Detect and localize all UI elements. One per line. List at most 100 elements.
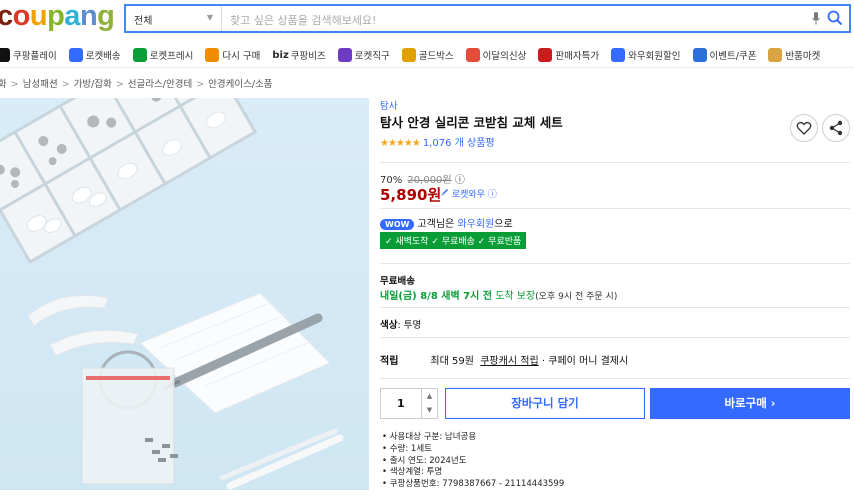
add-to-cart-button[interactable]: 장바구니 담기 [445, 388, 645, 419]
nav-item-7[interactable]: 이달의신상 [465, 48, 527, 62]
quantity-stepper[interactable]: 1 ▲ ▼ [380, 388, 438, 419]
nav-item-3[interactable]: 다시 구매 [205, 48, 260, 62]
breadcrumb-separator: > [196, 79, 205, 90]
breadcrumb-separator: > [61, 79, 70, 90]
breadcrumb-item[interactable]: 가방/잡화 [74, 79, 112, 90]
search-icon[interactable] [827, 10, 843, 26]
wow-prefix: 고객님은 [417, 219, 455, 230]
logo-letter: a [64, 0, 80, 32]
wow-benefits-badge: ✓ 새벽도착 ✓ 무료배송 ✓ 무료반품 [380, 232, 527, 249]
quantity-spinner: ▲ ▼ [421, 389, 437, 418]
breadcrumb-item[interactable]: 안경케이스/소품 [208, 79, 272, 90]
nav-item-10[interactable]: 이벤트/쿠폰 [692, 48, 756, 62]
breadcrumb-separator: > [115, 79, 124, 90]
global-icon [337, 48, 352, 62]
divider [380, 378, 850, 379]
delivery-guarantee: 도착 보장 [495, 291, 536, 302]
rocket-icon [441, 189, 448, 196]
rocket-wow-badge[interactable]: 로켓와우 ⓘ [440, 187, 497, 200]
play-icon [0, 48, 10, 62]
shipping-label: 무료배송 [380, 276, 415, 287]
delivery-info: 내일(금) 8/8 새벽 7시 전 도착 보장(오후 9시 전 주문 시) [380, 287, 617, 302]
gift-icon [401, 48, 416, 62]
nav-item-6[interactable]: 골드박스 [401, 48, 454, 62]
nav-item-label: 쿠팡비즈 [290, 51, 326, 62]
nav-item-2[interactable]: 로켓프레시 [132, 48, 194, 62]
coupang-cash-link[interactable]: 쿠팡캐시 적립 [480, 356, 538, 367]
product-image[interactable] [0, 98, 369, 490]
wishlist-button[interactable] [790, 114, 818, 142]
nav-item-4[interactable]: biz 쿠팡비즈 [272, 48, 326, 63]
reward-suffix: · 쿠페이 머니 결제시 [541, 356, 629, 367]
spec-item: 사용대상 구분: 남녀공용 [382, 430, 564, 442]
buy-now-button[interactable]: 바로구매 › [650, 388, 850, 419]
nav-item-label: 로켓직구 [354, 51, 390, 62]
quantity-value[interactable]: 1 [397, 397, 405, 410]
search-category-label: 전체 [134, 16, 153, 27]
product-photo-illustration [0, 98, 344, 490]
wow-badge: WOW [380, 219, 415, 230]
nav-item-label: 골드박스 [418, 51, 454, 62]
breadcrumb-item[interactable]: 남성패션 [23, 79, 58, 90]
spec-item: 출시 연도: 2024년도 [382, 454, 564, 466]
share-button[interactable] [822, 114, 850, 142]
nav-item-11[interactable]: 반품마켓 [768, 48, 820, 62]
divider [380, 208, 850, 209]
rocket-icon [68, 48, 83, 62]
wow-icon [611, 48, 626, 62]
nav-item-label: 이달의신상 [482, 51, 527, 62]
nav-divider [0, 67, 854, 68]
rocket-wow-label: 로켓와우 [451, 190, 485, 200]
coupang-logo[interactable]: coupang [0, 0, 115, 33]
divider [380, 307, 850, 308]
biz-icon: biz [272, 49, 289, 61]
share-icon [829, 120, 843, 136]
logo-letter: p [47, 0, 65, 32]
heart-icon [796, 121, 812, 135]
color-option: 색상: 투명 [380, 320, 422, 331]
review-count[interactable]: 1,076 개 상품평 [423, 138, 495, 149]
rocket-fresh-icon [132, 48, 147, 62]
category-nav: 쿠팡플레이 로켓배송 로켓프레시 다시 구매 biz 쿠팡비즈 로켓직구 골드박스 이달의신상 판… [0, 44, 850, 66]
breadcrumb-separator: > [10, 79, 19, 90]
nav-item-9[interactable]: 와우회원할인 [611, 48, 681, 62]
header: coupang 전체 ▼ 찾고 싶은 상품을 검색해보세요! [0, 0, 854, 40]
wow-member: 와우회원 [457, 219, 495, 230]
info-icon[interactable]: ⓘ [488, 190, 497, 200]
spec-item: 수량: 1세트 [382, 442, 564, 454]
microphone-icon[interactable] [811, 11, 821, 26]
delivery-note: (오후 9시 전 주문 시) [535, 292, 618, 302]
info-icon[interactable]: ⓘ [455, 175, 465, 186]
brand-link[interactable]: 탐사 [380, 98, 397, 112]
sale-price: 5,890원 [380, 186, 442, 204]
nav-item-0[interactable]: 쿠팡플레이 [0, 48, 57, 62]
rating[interactable]: ★★★★★ 1,076 개 상품평 [380, 134, 495, 149]
nav-item-8[interactable]: 판매자특가 [538, 48, 599, 62]
nav-item-1[interactable]: 로켓배송 [68, 48, 121, 62]
breadcrumb-item[interactable]: 화 [0, 79, 7, 90]
decrease-icon[interactable]: ▼ [422, 403, 437, 417]
rating-stars: ★★★★★ [380, 138, 421, 149]
divider [380, 162, 850, 163]
percent-icon [538, 48, 553, 62]
spec-item: 색상계열: 투명 [382, 465, 564, 477]
new-icon [465, 48, 480, 62]
spec-list: 사용대상 구분: 남녀공용수량: 1세트출시 연도: 2024년도색상계열: 투… [382, 430, 565, 489]
logo-letter: o [12, 0, 31, 32]
search-input[interactable]: 찾고 싶은 상품을 검색해보세요! [230, 12, 376, 28]
logo-letter: u [29, 0, 48, 32]
nav-item-5[interactable]: 로켓직구 [337, 48, 390, 62]
increase-icon[interactable]: ▲ [422, 389, 437, 403]
nav-item-label: 로켓배송 [85, 51, 121, 62]
spec-item: 쿠팡상품번호: 7798387667 - 21114443599 [382, 477, 565, 489]
coupon-icon [692, 48, 707, 62]
breadcrumb: 화 > 남성패션 > 가방/잡화 > 선글라스/안경테 > 안경케이스/소품 [0, 76, 273, 90]
search-category-select[interactable]: 전체 ▼ [126, 6, 222, 31]
nav-item-label: 다시 구매 [222, 51, 261, 62]
box-icon [768, 48, 783, 62]
wow-suffix: 으로 [494, 219, 513, 230]
nav-item-label: 로켓프레시 [149, 51, 194, 62]
breadcrumb-item[interactable]: 선글라스/안경테 [128, 79, 192, 90]
nav-item-label: 쿠팡플레이 [13, 51, 57, 62]
nav-item-label: 반품마켓 [785, 51, 821, 62]
